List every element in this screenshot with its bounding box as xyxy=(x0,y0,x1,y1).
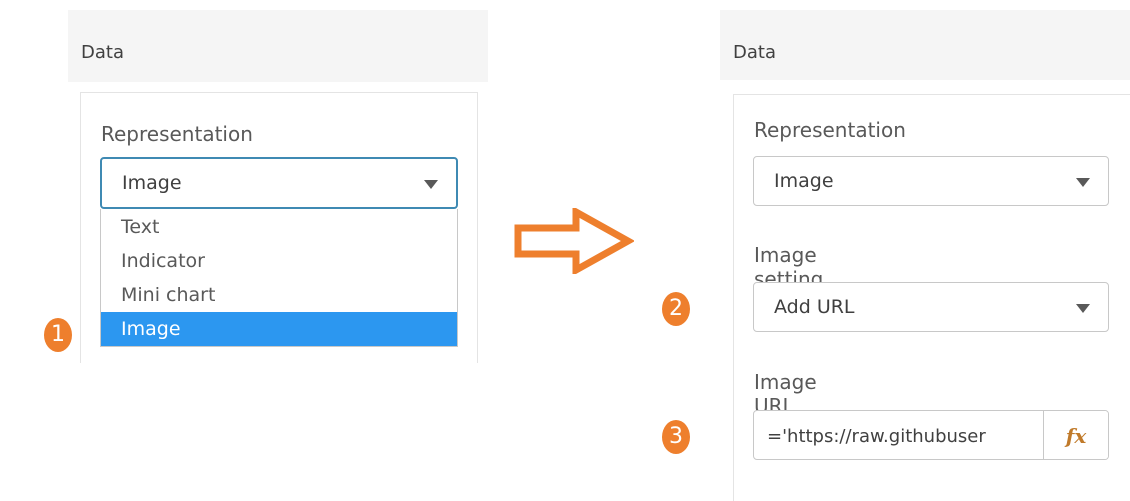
right-representation-value: Image xyxy=(774,170,834,192)
step-badge-3: 3 xyxy=(662,420,690,454)
step-badge-2: 2 xyxy=(662,292,690,326)
right-panel-title: Data xyxy=(733,42,776,63)
right-arrow-icon xyxy=(514,208,634,274)
dropdown-option-text[interactable]: Text xyxy=(101,210,457,244)
chevron-down-icon xyxy=(1076,304,1090,313)
right-representation-select[interactable]: Image xyxy=(753,156,1109,206)
right-representation-label: Representation xyxy=(754,118,906,142)
dropdown-option-indicator[interactable]: Indicator xyxy=(101,244,457,278)
image-setting-select[interactable]: Add URL xyxy=(753,282,1109,332)
dropdown-option-image[interactable]: Image xyxy=(101,312,457,346)
fx-icon[interactable]: fx xyxy=(1043,411,1108,459)
left-panel-title: Data xyxy=(81,42,124,63)
image-setting-value: Add URL xyxy=(774,296,855,318)
step-badge-1: 1 xyxy=(44,318,72,352)
dropdown-option-mini-chart[interactable]: Mini chart xyxy=(101,278,457,312)
left-representation-select[interactable]: Image xyxy=(100,157,458,209)
image-url-input[interactable]: ='https://raw.githubuser fx xyxy=(753,410,1109,460)
left-representation-label: Representation xyxy=(101,122,253,146)
left-panel-header: Data xyxy=(68,10,488,82)
left-representation-value: Image xyxy=(122,172,182,194)
right-panel-header: Data xyxy=(720,10,1130,80)
representation-dropdown-list: Text Indicator Mini chart Image xyxy=(100,209,458,347)
chevron-down-icon xyxy=(1076,178,1090,187)
chevron-down-icon xyxy=(424,180,438,189)
image-url-value: ='https://raw.githubuser xyxy=(767,426,986,447)
